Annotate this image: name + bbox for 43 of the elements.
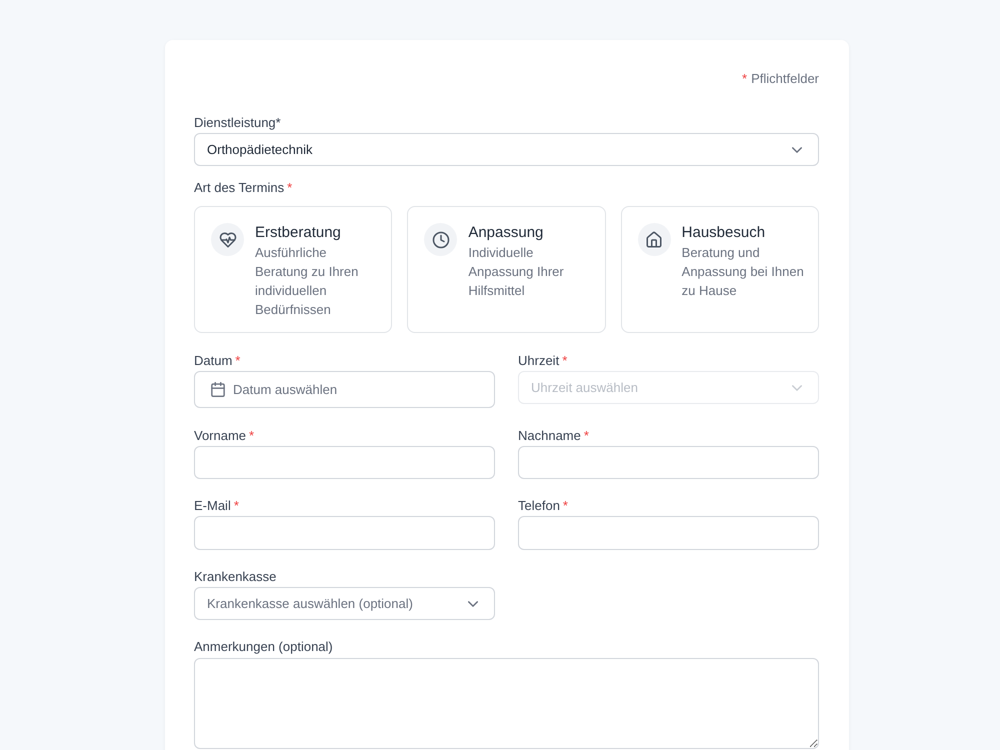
house-icon bbox=[638, 223, 671, 256]
service-select[interactable]: Orthopädietechnik bbox=[194, 133, 819, 166]
field-label: Datum bbox=[194, 353, 232, 369]
first-name-field[interactable] bbox=[194, 446, 495, 479]
appointment-type-description: Ausführliche Beratung zu Ihren individuellen Bedürfnissen bbox=[255, 244, 360, 319]
required-asterisk: * bbox=[742, 70, 748, 88]
chevron-down-icon bbox=[792, 146, 802, 152]
email-field[interactable] bbox=[194, 516, 495, 550]
notes-field[interactable] bbox=[194, 658, 819, 749]
field-label: Krankenkasse bbox=[194, 569, 276, 585]
required-asterisk: * bbox=[234, 498, 239, 514]
field-label: Vorname bbox=[194, 428, 246, 444]
appointment-type-title: Anpassung bbox=[468, 223, 544, 243]
chevron-down-icon bbox=[792, 384, 802, 390]
appointment-type-card[interactable]: Hausbesuch Beratung und Anpassung bei Ihnen zu Hause bbox=[620, 206, 819, 333]
field-label: E-Mail bbox=[194, 498, 231, 514]
field-label: Telefon bbox=[518, 498, 560, 514]
required-asterisk: * bbox=[287, 180, 292, 196]
insurance-select[interactable]: Krankenkasse auswählen (optional) bbox=[194, 587, 495, 620]
field-label: Art des Termins bbox=[194, 180, 284, 196]
appointment-type-title: Erstberatung bbox=[255, 223, 342, 243]
required-asterisk: * bbox=[249, 428, 254, 444]
required-asterisk: * bbox=[584, 428, 589, 444]
phone-field[interactable] bbox=[518, 516, 819, 550]
appointment-type-description: Individuelle Anpassung Ihrer Hilfsmittel bbox=[468, 244, 565, 300]
required-asterisk: * bbox=[235, 353, 240, 369]
heart-pulse-icon bbox=[211, 223, 244, 256]
appointment-type-card[interactable]: Anpassung Individuelle Anpassung Ihrer Hilfsmittel bbox=[407, 206, 606, 333]
appointment-type-card[interactable]: Erstberatung Ausführliche Beratung zu Ihren individuellen Bedürfnissen bbox=[194, 206, 392, 333]
field-label: Uhrzeit bbox=[518, 353, 560, 369]
chevron-down-icon bbox=[468, 600, 478, 606]
clock-icon bbox=[424, 223, 458, 256]
appointment-type-description: Beratung und Anpassung bei Ihnen zu Hause bbox=[682, 244, 805, 300]
required-asterisk: * bbox=[562, 353, 568, 369]
required-asterisk: * bbox=[562, 498, 568, 514]
field-label: Nachname bbox=[518, 428, 581, 444]
date-picker-button[interactable]: Datum auswählen bbox=[194, 371, 495, 408]
last-name-field[interactable] bbox=[518, 446, 819, 479]
field-label: Dienstleistung* bbox=[194, 115, 281, 131]
appointment-type-title: Hausbesuch bbox=[682, 223, 766, 243]
field-label: Anmerkungen (optional) bbox=[194, 639, 333, 655]
required-fields-note: Pflichtfelder bbox=[751, 70, 819, 88]
calendar-icon bbox=[211, 382, 225, 397]
